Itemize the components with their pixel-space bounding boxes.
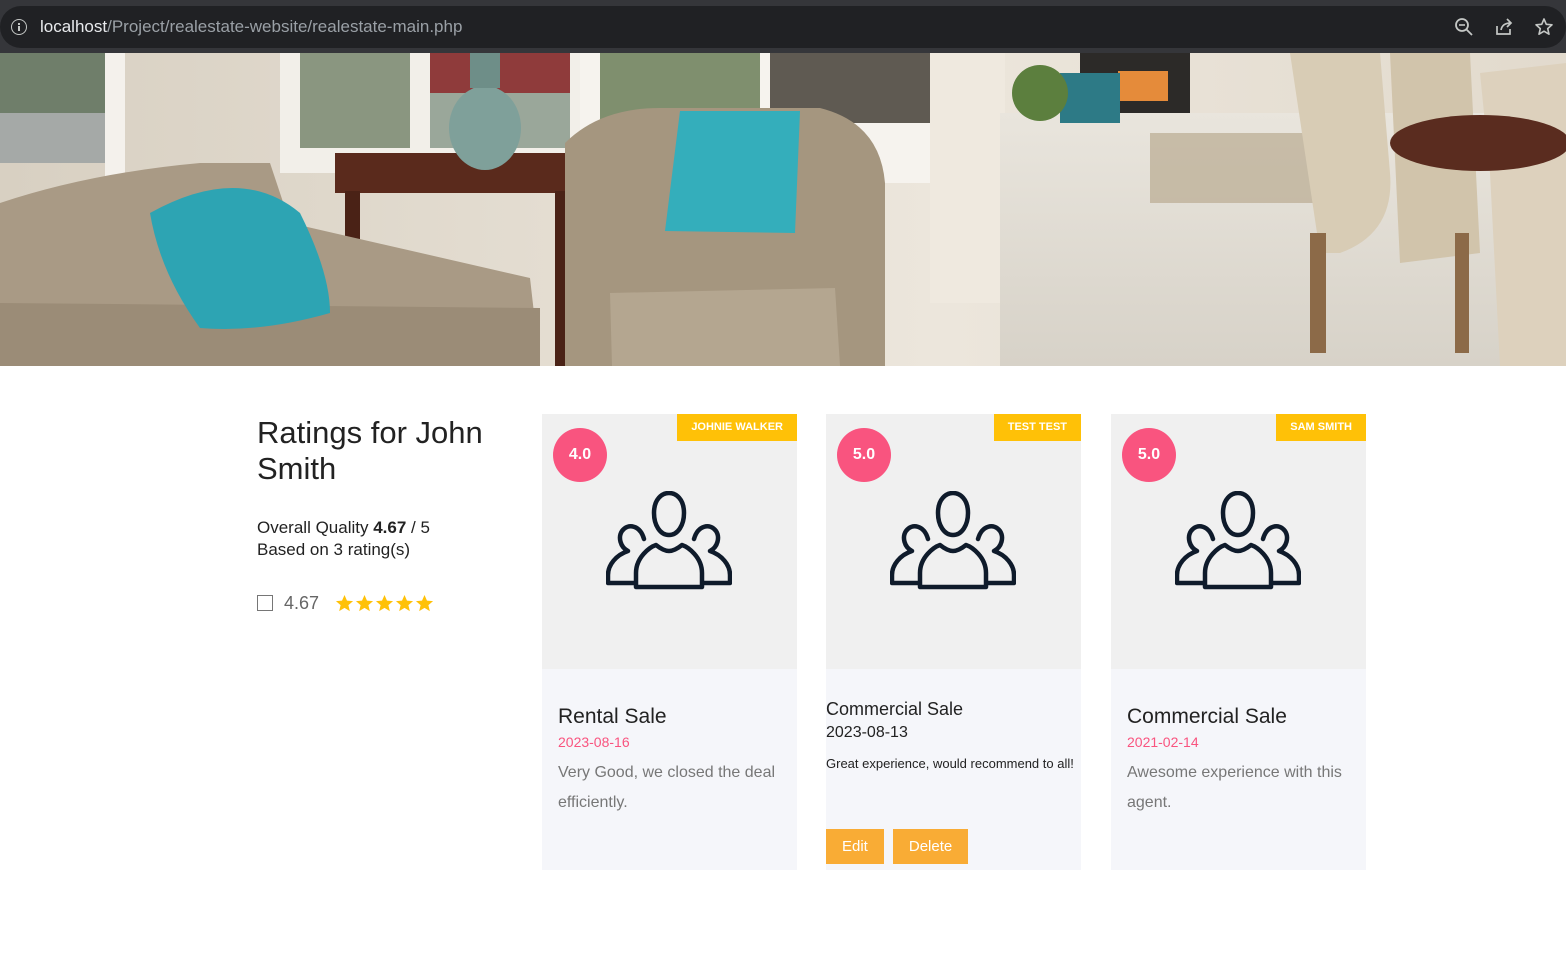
- url-path: /Project/realestate-website/realestate-m…: [107, 17, 463, 36]
- ratings-summary: Ratings for John Smith Overall Quality 4…: [257, 415, 517, 615]
- site-info-icon[interactable]: [11, 19, 27, 35]
- page-title: Ratings for John Smith: [257, 415, 483, 486]
- review-comment: Awesome experience with this agent.: [1127, 764, 1342, 811]
- card-title: Commercial Sale: [1127, 705, 1287, 728]
- average-rating: 4.67: [284, 592, 320, 613]
- users-icon: [1175, 491, 1301, 590]
- browser-toolbar: localhost/Project/realestate-website/rea…: [0, 0, 1566, 53]
- users-icon: [606, 491, 732, 590]
- score-badge: 5.0: [1122, 428, 1176, 482]
- hero-image: [0, 53, 1566, 366]
- quality-max: / 5: [406, 518, 430, 537]
- review-date: 2021-02-14: [1127, 734, 1199, 750]
- card-image: TEST TEST 5.0: [826, 414, 1081, 669]
- score-badge: 5.0: [837, 428, 891, 482]
- star-icon: [355, 594, 374, 611]
- zoom-icon[interactable]: [1451, 14, 1477, 40]
- review-card: JOHNIE WALKER 4.0 Rental Sale 2023-08-16…: [542, 414, 797, 870]
- overall-quality: Overall Quality 4.67 / 5 Based on 3 rati…: [257, 517, 517, 561]
- based-on-count: Based on 3 rating(s): [257, 540, 411, 559]
- review-comment: Great experience, would recommend to all…: [826, 756, 1074, 771]
- delete-button[interactable]: Delete: [892, 829, 969, 864]
- star-rating: [335, 594, 434, 613]
- card-image: SAM SMITH 5.0: [1111, 414, 1366, 669]
- card-body: Commercial Sale 2021-02-14 Awesome exper…: [1127, 704, 1352, 818]
- star-icon: [415, 594, 434, 611]
- average-rating-row: 4.67: [257, 591, 517, 615]
- url-host: localhost: [40, 17, 108, 36]
- star-icon: [335, 594, 354, 611]
- star-icon: [395, 594, 414, 611]
- edit-button[interactable]: Edit: [826, 829, 884, 864]
- star-icon: [375, 594, 394, 611]
- review-date: 2023-08-13: [826, 724, 908, 741]
- reviewer-badge: JOHNIE WALKER: [677, 414, 797, 441]
- reviewer-badge: SAM SMITH: [1276, 414, 1366, 441]
- review-card: SAM SMITH 5.0 Commercial Sale 2021-02-14…: [1111, 414, 1366, 870]
- address-bar[interactable]: localhost/Project/realestate-website/rea…: [0, 6, 1566, 48]
- review-comment: Very Good, we closed the deal efficientl…: [558, 764, 776, 811]
- share-icon[interactable]: [1491, 14, 1517, 40]
- score-badge: 4.0: [553, 428, 607, 482]
- bookmark-star-icon[interactable]: [1531, 14, 1557, 40]
- review-card: TEST TEST 5.0 Commercial Sale 2023-08-13…: [826, 414, 1081, 870]
- users-icon: [890, 491, 1016, 590]
- quality-label: Overall Quality: [257, 518, 374, 537]
- review-actions: Edit Delete: [826, 829, 969, 864]
- card-title: Rental Sale: [558, 705, 667, 728]
- quality-value: 4.67: [373, 518, 407, 537]
- card-body: Commercial Sale 2023-08-13 Great experie…: [826, 698, 1076, 779]
- review-date: 2023-08-16: [558, 734, 630, 750]
- card-title: Commercial Sale: [826, 699, 964, 719]
- reviewer-badge: TEST TEST: [993, 414, 1081, 441]
- url-text[interactable]: localhost/Project/realestate-website/rea…: [40, 17, 462, 37]
- card-image: JOHNIE WALKER 4.0: [542, 414, 797, 669]
- card-body: Rental Sale 2023-08-16 Very Good, we clo…: [558, 704, 783, 818]
- rating-checkbox[interactable]: [257, 595, 273, 611]
